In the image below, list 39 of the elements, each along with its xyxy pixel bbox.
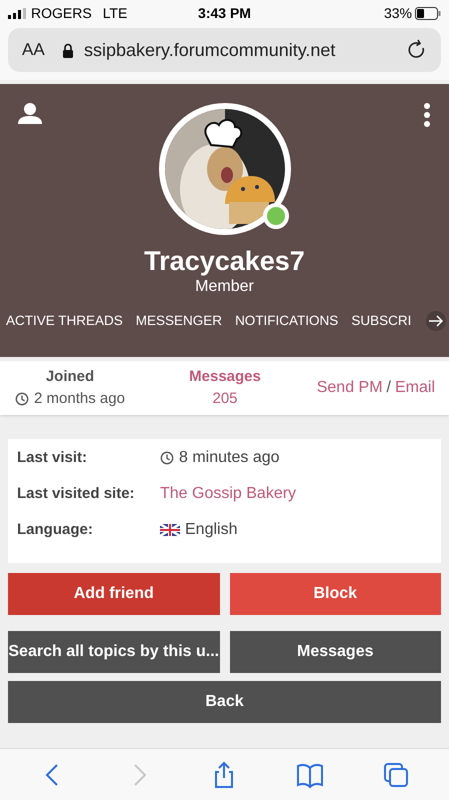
send-pm-link[interactable]: Send PM	[316, 376, 383, 400]
info-label: Last visited site:	[17, 484, 136, 504]
text-size-button[interactable]: AA	[22, 37, 52, 63]
messages-label[interactable]: Messages	[189, 366, 261, 388]
clock-time: 3:43 PM	[197, 4, 252, 22]
user-icon[interactable]	[18, 102, 42, 124]
email-link[interactable]: Email	[394, 376, 435, 400]
info-value: 8 minutes ago	[179, 448, 280, 468]
joined-value: 2 months ago	[34, 389, 125, 409]
network-type: LTE	[102, 4, 128, 22]
address-bar[interactable]: AA ssipbakery.forumcommunity.net	[8, 28, 441, 72]
action-button[interactable]: Block	[230, 573, 441, 615]
site-link[interactable]: The Gossip Bakery	[160, 482, 296, 506]
more-menu-icon[interactable]	[423, 102, 431, 128]
info-label: Language:	[17, 520, 94, 540]
url-text: ssipbakery.forumcommunity.net	[84, 38, 336, 62]
profile-tab[interactable]: ACTIVE THREADS	[6, 311, 123, 332]
profile-tab[interactable]: SUBSCRI	[351, 311, 412, 332]
action-button[interactable]: Add friend	[8, 573, 220, 615]
action-button[interactable]: Search all topics by this u...	[8, 631, 220, 673]
carrier-name: ROGERS	[31, 4, 92, 22]
battery-icon	[415, 6, 441, 20]
profile-tab[interactable]: NOTIFICATIONS	[235, 311, 338, 332]
lock-icon	[62, 42, 74, 58]
action-button[interactable]: Back	[8, 681, 441, 723]
action-button[interactable]: Messages	[230, 631, 441, 673]
clock-icon	[160, 451, 174, 465]
link-separator: /	[386, 378, 391, 398]
clock-icon	[15, 392, 30, 406]
info-label: Last visit:	[17, 448, 88, 468]
battery-percent: 33%	[384, 4, 412, 22]
signal-icon	[8, 8, 26, 18]
username: Tracycakes7	[144, 245, 305, 277]
joined-label: Joined	[46, 366, 94, 386]
info-value: English	[185, 520, 238, 540]
uk-flag-icon	[160, 524, 180, 536]
user-role: Member	[195, 277, 254, 297]
profile-tab[interactable]: MESSENGER	[136, 311, 222, 332]
messages-count[interactable]: 205	[212, 388, 238, 410]
